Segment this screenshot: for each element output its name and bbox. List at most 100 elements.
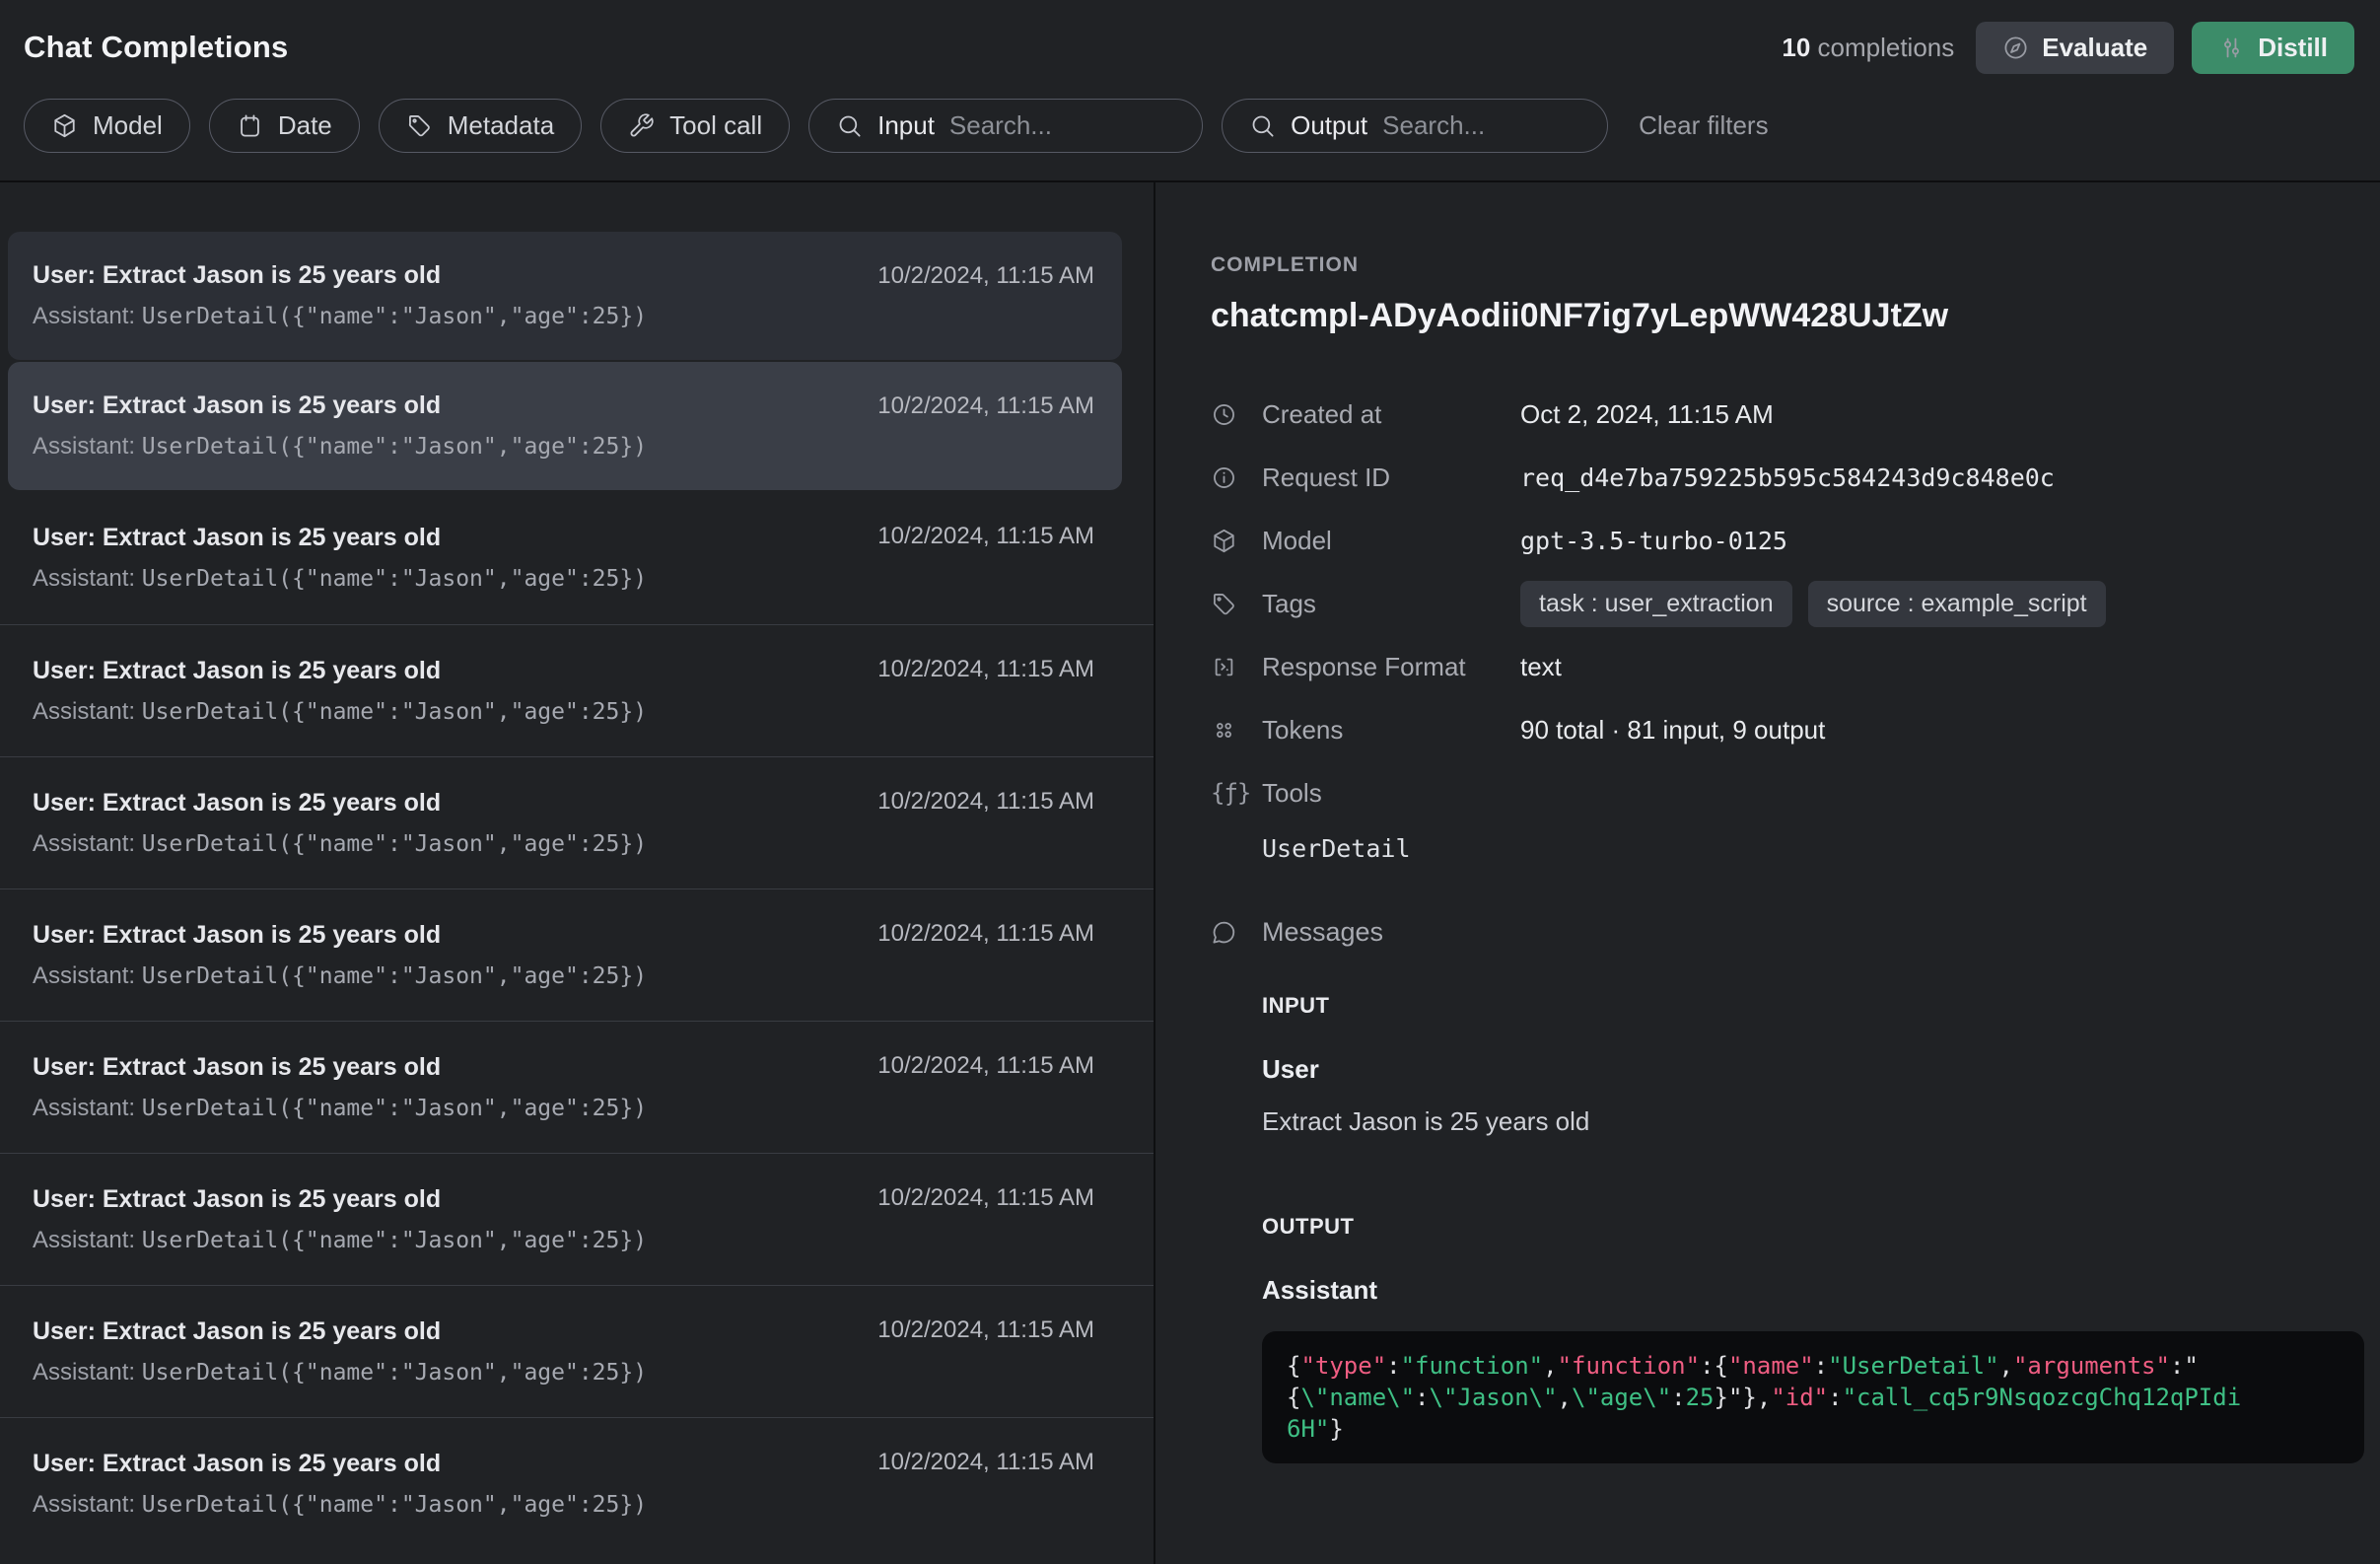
list-item-assistant-text: Assistant: UserDetail({"name":"Jason","a… bbox=[33, 698, 877, 726]
field-model: Model gpt-3.5-turbo-0125 bbox=[1211, 509, 2366, 572]
output-search-label: Output bbox=[1291, 110, 1367, 141]
chat-bubble-icon bbox=[1211, 919, 1237, 946]
list-item-user-text: User: Extract Jason is 25 years old bbox=[33, 261, 877, 290]
clear-filters-button[interactable]: Clear filters bbox=[1639, 110, 1768, 141]
input-search-field[interactable] bbox=[949, 110, 1127, 141]
list-item[interactable]: User: Extract Jason is 25 years old Assi… bbox=[0, 1417, 1154, 1549]
cube-icon bbox=[1211, 528, 1237, 554]
header-actions: 10 completions Evaluate Distill bbox=[1782, 22, 2354, 74]
list-item[interactable]: User: Extract Jason is 25 years old Assi… bbox=[0, 1153, 1154, 1285]
list-item-body: User: Extract Jason is 25 years old Assi… bbox=[33, 1286, 877, 1417]
list-item-timestamp: 10/2/2024, 11:15 AM bbox=[877, 523, 1094, 624]
list-item-assistant-text: Assistant: UserDetail({"name":"Jason","a… bbox=[33, 962, 877, 990]
field-tags: Tags task : user_extraction source : exa… bbox=[1211, 572, 2366, 635]
field-created-at: Created at Oct 2, 2024, 11:15 AM bbox=[1211, 383, 2366, 446]
distill-button-label: Distill bbox=[2258, 33, 2328, 63]
list-item-body: User: Extract Jason is 25 years old Assi… bbox=[33, 492, 877, 624]
list-item-user-text: User: Extract Jason is 25 years old bbox=[33, 657, 877, 685]
input-section-header: INPUT bbox=[1262, 993, 2366, 1019]
list-item-body: User: Extract Jason is 25 years old Assi… bbox=[33, 757, 877, 889]
assistant-code: UserDetail({"name":"Jason","age":25}) bbox=[142, 566, 647, 592]
assistant-code: UserDetail({"name":"Jason","age":25}) bbox=[142, 434, 647, 460]
compass-icon bbox=[2002, 35, 2029, 61]
field-tokens: Tokens 90 total · 81 input, 9 output bbox=[1211, 698, 2366, 761]
search-icon bbox=[1249, 112, 1276, 139]
filter-date-label: Date bbox=[278, 110, 332, 141]
completions-list: User: Extract Jason is 25 years old Assi… bbox=[0, 182, 1155, 1564]
list-item-timestamp: 10/2/2024, 11:15 AM bbox=[877, 788, 1094, 889]
list-item[interactable]: User: Extract Jason is 25 years old Assi… bbox=[0, 492, 1154, 624]
output-role: Assistant bbox=[1262, 1275, 2366, 1306]
list-item-assistant-text: Assistant: UserDetail({"name":"Jason","a… bbox=[33, 1359, 877, 1386]
assistant-code: UserDetail({"name":"Jason","age":25}) bbox=[142, 699, 647, 725]
list-item-assistant-text: Assistant: UserDetail({"name":"Jason","a… bbox=[33, 565, 877, 593]
output-search-field[interactable] bbox=[1382, 110, 1560, 141]
completions-count-number: 10 bbox=[1782, 33, 1810, 62]
list-item-timestamp: 10/2/2024, 11:15 AM bbox=[877, 262, 1094, 360]
output-code-block: {"type":"function","function":{"name":"U… bbox=[1262, 1331, 2364, 1463]
filter-tool-call[interactable]: Tool call bbox=[600, 99, 790, 153]
output-search[interactable]: Output bbox=[1222, 99, 1608, 153]
wrench-icon bbox=[628, 112, 655, 139]
assistant-prefix: Assistant: bbox=[33, 1491, 142, 1518]
assistant-code: UserDetail({"name":"Jason","age":25}) bbox=[142, 831, 647, 857]
list-item[interactable]: User: Extract Jason is 25 years old Assi… bbox=[0, 1021, 1154, 1153]
list-item-user-text: User: Extract Jason is 25 years old bbox=[33, 1450, 877, 1478]
assistant-prefix: Assistant: bbox=[33, 698, 142, 725]
tool-name-userdetail[interactable]: UserDetail bbox=[1262, 834, 2366, 880]
list-item-body: User: Extract Jason is 25 years old Assi… bbox=[33, 1154, 877, 1285]
assistant-code: UserDetail({"name":"Jason","age":25}) bbox=[142, 1492, 647, 1518]
cube-icon bbox=[51, 112, 78, 139]
list-item-body: User: Extract Jason is 25 years old Assi… bbox=[33, 232, 877, 360]
distill-button[interactable]: Distill bbox=[2192, 22, 2354, 74]
created-at-label: Created at bbox=[1262, 399, 1520, 430]
calendar-icon bbox=[237, 112, 263, 139]
list-item[interactable]: User: Extract Jason is 25 years old Assi… bbox=[0, 889, 1154, 1021]
tokens-label: Tokens bbox=[1262, 715, 1520, 746]
assistant-prefix: Assistant: bbox=[33, 565, 142, 592]
assistant-prefix: Assistant: bbox=[33, 1095, 142, 1121]
input-search-label: Input bbox=[877, 110, 935, 141]
assistant-prefix: Assistant: bbox=[33, 303, 142, 329]
response-format-value: text bbox=[1520, 652, 1562, 682]
request-id-value: req_d4e7ba759225b595c584243d9c848e0c bbox=[1520, 463, 2055, 492]
list-item[interactable]: User: Extract Jason is 25 years old Assi… bbox=[0, 1285, 1154, 1417]
list-item[interactable]: User: Extract Jason is 25 years old Assi… bbox=[8, 362, 1122, 490]
tokens-grid-icon bbox=[1211, 717, 1237, 744]
list-item-assistant-text: Assistant: UserDetail({"name":"Jason","a… bbox=[33, 433, 877, 461]
tokens-value: 90 total · 81 input, 9 output bbox=[1520, 715, 1825, 746]
filter-metadata[interactable]: Metadata bbox=[379, 99, 582, 153]
list-item-body: User: Extract Jason is 25 years old Assi… bbox=[33, 625, 877, 756]
input-role: User bbox=[1262, 1054, 2366, 1085]
list-item[interactable]: User: Extract Jason is 25 years old Assi… bbox=[8, 232, 1122, 360]
filter-bar: Model Date Metadata Tool call Input Outp… bbox=[0, 95, 2380, 182]
list-item-user-text: User: Extract Jason is 25 years old bbox=[33, 921, 877, 950]
list-item-body: User: Extract Jason is 25 years old Assi… bbox=[33, 889, 877, 1021]
list-item-user-text: User: Extract Jason is 25 years old bbox=[33, 1317, 877, 1346]
list-item[interactable]: User: Extract Jason is 25 years old Assi… bbox=[0, 756, 1154, 889]
list-item-timestamp: 10/2/2024, 11:15 AM bbox=[877, 1184, 1094, 1285]
completions-count: 10 completions bbox=[1782, 33, 1954, 63]
assistant-code: UserDetail({"name":"Jason","age":25}) bbox=[142, 1228, 647, 1253]
list-item[interactable]: User: Extract Jason is 25 years old Assi… bbox=[0, 624, 1154, 756]
filter-metadata-label: Metadata bbox=[448, 110, 554, 141]
assistant-prefix: Assistant: bbox=[33, 830, 142, 857]
response-format-label: Response Format bbox=[1262, 652, 1520, 682]
evaluate-button[interactable]: Evaluate bbox=[1976, 22, 2174, 74]
request-id-label: Request ID bbox=[1262, 462, 1520, 493]
list-item-assistant-text: Assistant: UserDetail({"name":"Jason","a… bbox=[33, 1491, 877, 1519]
input-search[interactable]: Input bbox=[808, 99, 1203, 153]
filter-tool-call-label: Tool call bbox=[669, 110, 762, 141]
assistant-code: UserDetail({"name":"Jason","age":25}) bbox=[142, 963, 647, 989]
assistant-prefix: Assistant: bbox=[33, 1227, 142, 1253]
filter-model[interactable]: Model bbox=[24, 99, 190, 153]
info-icon bbox=[1211, 464, 1237, 491]
list-item-body: User: Extract Jason is 25 years old Assi… bbox=[33, 1418, 877, 1549]
assistant-prefix: Assistant: bbox=[33, 433, 142, 460]
filter-date[interactable]: Date bbox=[209, 99, 360, 153]
created-at-value: Oct 2, 2024, 11:15 AM bbox=[1520, 399, 1774, 430]
field-tools: {ƒ} Tools bbox=[1211, 761, 2366, 824]
model-label: Model bbox=[1262, 526, 1520, 556]
sliders-icon bbox=[2218, 35, 2245, 61]
output-section-header: OUTPUT bbox=[1262, 1214, 2366, 1240]
